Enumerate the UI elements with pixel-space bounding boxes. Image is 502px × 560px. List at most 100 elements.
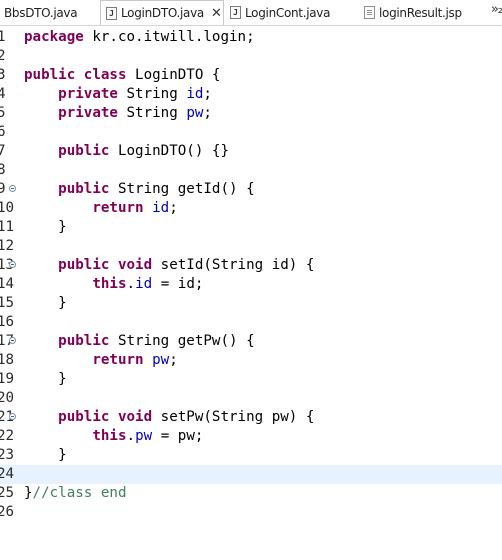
tab-bbsdto[interactable]: BbsDTO.java bbox=[0, 0, 100, 25]
editor-tab-bar: BbsDTO.java J LoginDTO.java ✕ J LoginCon… bbox=[0, 0, 502, 26]
line-number: 3 bbox=[0, 67, 6, 83]
jsp-file-icon bbox=[364, 6, 375, 19]
code-text: . bbox=[126, 428, 136, 444]
keyword: public bbox=[58, 409, 110, 425]
line-number: 26 bbox=[0, 504, 15, 520]
code-text: LoginDTO() {} bbox=[109, 143, 230, 159]
code-line-24-current[interactable]: 24 bbox=[0, 465, 502, 484]
code-line-9: 9 public String getId() { bbox=[0, 180, 502, 199]
keyword: private bbox=[58, 105, 118, 121]
tab-label: BbsDTO.java bbox=[4, 5, 78, 20]
keyword: private bbox=[58, 86, 118, 102]
line-number: 15 bbox=[0, 295, 15, 311]
code-line-14: 14 this.id = id; bbox=[0, 275, 502, 294]
code-text: = pw; bbox=[152, 428, 204, 444]
code-editor[interactable]: 1 package kr.co.itwill.login; 2 3 public… bbox=[0, 26, 502, 522]
code-line-26: 26 bbox=[0, 503, 502, 522]
line-number: 18 bbox=[0, 352, 15, 368]
code-line-16: 16 bbox=[0, 313, 502, 332]
line-number: 5 bbox=[0, 105, 6, 121]
keyword: public bbox=[58, 333, 110, 349]
comment: //class end bbox=[32, 485, 127, 501]
line-number: 22 bbox=[0, 428, 15, 444]
code-line-19: 19 } bbox=[0, 370, 502, 389]
code-line-21: 21 public void setPw(String pw) { bbox=[0, 408, 502, 427]
tab-loginresult[interactable]: loginResult.jsp bbox=[354, 0, 474, 25]
code-text: kr.co.itwill.login; bbox=[83, 29, 255, 45]
code-text: } bbox=[58, 219, 67, 235]
fold-collapse-icon[interactable] bbox=[9, 337, 16, 344]
code-text: } bbox=[58, 371, 67, 387]
tab-label: LoginCont.java bbox=[245, 5, 331, 20]
fold-collapse-icon[interactable] bbox=[9, 185, 16, 192]
code-line-13: 13 public void setId(String id) { bbox=[0, 256, 502, 275]
line-number: 8 bbox=[0, 162, 6, 178]
code-text: LoginDTO { bbox=[126, 67, 221, 83]
keyword: public bbox=[24, 67, 76, 83]
code-text: ; bbox=[169, 352, 178, 368]
code-text: String getId() { bbox=[109, 181, 255, 197]
code-text: } bbox=[58, 447, 67, 463]
line-number: 12 bbox=[0, 238, 15, 254]
java-file-icon: J bbox=[106, 6, 117, 20]
code-line-17: 17 public String getPw() { bbox=[0, 332, 502, 351]
keyword: public bbox=[58, 257, 110, 273]
code-line-1: 1 package kr.co.itwill.login; bbox=[0, 28, 502, 47]
code-line-6: 6 bbox=[0, 123, 502, 142]
code-line-15: 15 } bbox=[0, 294, 502, 313]
code-line-11: 11 } bbox=[0, 218, 502, 237]
fold-collapse-icon[interactable] bbox=[9, 413, 16, 420]
field-name: id bbox=[135, 276, 153, 292]
code-line-4: 4 private String id; bbox=[0, 85, 502, 104]
tab-logindto[interactable]: J LoginDTO.java ✕ bbox=[100, 0, 224, 25]
code-text: ; bbox=[203, 105, 212, 121]
line-number: 25 bbox=[0, 485, 15, 501]
keyword: this bbox=[92, 428, 127, 444]
tab-logincont[interactable]: J LoginCont.java bbox=[224, 0, 354, 25]
keyword: public bbox=[58, 143, 110, 159]
keyword: public bbox=[58, 181, 110, 197]
code-line-25: 25 }//class end bbox=[0, 484, 502, 503]
java-file-icon: J bbox=[230, 6, 241, 19]
code-line-23: 23 } bbox=[0, 446, 502, 465]
tab-overflow-button[interactable]: »₂ bbox=[491, 2, 502, 17]
code-line-3: 3 public class LoginDTO { bbox=[0, 66, 502, 85]
line-number: 7 bbox=[0, 143, 6, 159]
line-number: 6 bbox=[0, 124, 6, 140]
code-line-20: 20 bbox=[0, 389, 502, 408]
code-line-8: 8 bbox=[0, 161, 502, 180]
line-number: 20 bbox=[0, 390, 15, 406]
line-number: 19 bbox=[0, 371, 15, 387]
code-line-12: 12 bbox=[0, 237, 502, 256]
code-text: String bbox=[117, 105, 187, 121]
code-text: . bbox=[126, 276, 136, 292]
line-number: 1 bbox=[0, 29, 6, 45]
code-line-5: 5 private String pw; bbox=[0, 104, 502, 123]
line-number: 23 bbox=[0, 447, 15, 463]
code-text: String bbox=[117, 86, 187, 102]
line-number: 2 bbox=[0, 48, 6, 64]
field-name: pw bbox=[135, 428, 153, 444]
code-text: setId(String id) { bbox=[152, 257, 315, 273]
line-number: 11 bbox=[0, 219, 15, 235]
keyword: void bbox=[117, 257, 153, 273]
code-text: ; bbox=[203, 86, 212, 102]
code-line-18: 18 return pw; bbox=[0, 351, 502, 370]
tab-label: LoginDTO.java bbox=[121, 6, 204, 20]
keyword: package bbox=[24, 29, 84, 45]
code-line-22: 22 this.pw = pw; bbox=[0, 427, 502, 446]
field-name: id bbox=[152, 200, 170, 216]
code-line-10: 10 return id; bbox=[0, 199, 502, 218]
line-number: 24 bbox=[0, 466, 15, 482]
tab-label: loginResult.jsp bbox=[379, 5, 462, 20]
field-name: pw bbox=[152, 352, 170, 368]
line-number: 14 bbox=[0, 276, 15, 292]
keyword: return bbox=[92, 352, 144, 368]
keyword: class bbox=[83, 67, 127, 83]
close-icon[interactable]: ✕ bbox=[211, 6, 222, 21]
keyword: void bbox=[117, 409, 153, 425]
code-text: String getPw() { bbox=[109, 333, 255, 349]
code-text: setPw(String pw) { bbox=[152, 409, 315, 425]
fold-collapse-icon[interactable] bbox=[9, 261, 16, 268]
code-text: } bbox=[24, 485, 33, 501]
